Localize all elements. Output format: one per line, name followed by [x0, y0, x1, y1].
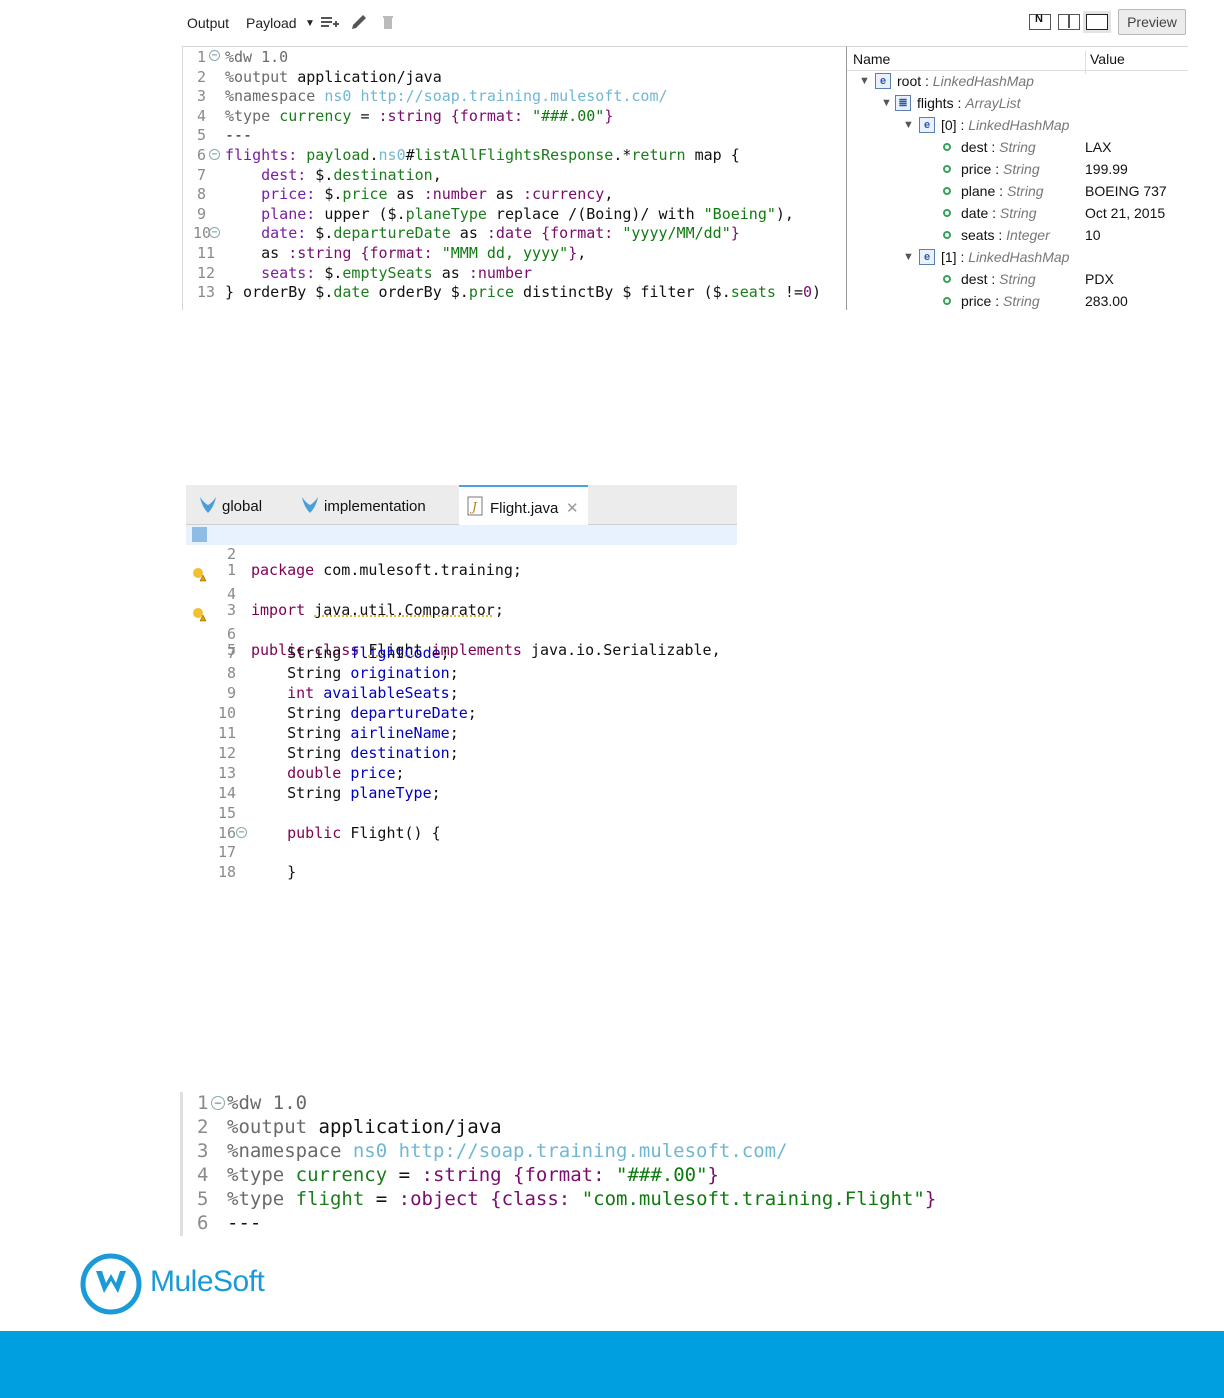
field-icon: [943, 275, 951, 283]
current-line-marker: [192, 527, 207, 542]
layout-single-icon[interactable]: [1086, 14, 1108, 30]
java-editor-panel: global implementation J Flight.java ✕ 1p…: [186, 485, 737, 891]
tab-global[interactable]: global: [186, 485, 288, 525]
dataweave-header-snippet[interactable]: 1− %dw 1.0 2 %output application/java 3 %na…: [180, 1092, 940, 1236]
fold-icon[interactable]: −: [211, 1096, 225, 1110]
element-icon: e: [875, 73, 891, 89]
tree-row-item-0[interactable]: ▼ e [0] : LinkedHashMap: [847, 115, 1188, 137]
mule-config-icon: [200, 497, 216, 513]
warning-lightbulb-icon[interactable]: [192, 567, 207, 582]
mulesoft-m-icon: [80, 1253, 142, 1315]
fold-icon[interactable]: −: [209, 149, 220, 160]
tree-value: 199.99: [1085, 161, 1128, 177]
tree-value: BOEING 737: [1085, 183, 1167, 199]
fold-icon[interactable]: −: [236, 826, 247, 838]
tab-flight-java[interactable]: J Flight.java ✕: [459, 485, 588, 525]
tree-header: Name Value: [847, 47, 1188, 74]
fold-icon[interactable]: −: [209, 227, 220, 239]
field-icon: [943, 165, 951, 173]
dataweave-transform-panel: Output Payload ▼ N Preview 1− %dw 1.0 2 %o…: [178, 0, 1188, 312]
trash-icon[interactable]: [378, 12, 398, 32]
tree-value: Oct 21, 2015: [1085, 205, 1166, 221]
mule-config-icon: [302, 497, 318, 513]
list-icon: ≣: [895, 95, 911, 111]
tree-value: LAX: [1085, 139, 1112, 155]
element-icon: e: [919, 249, 935, 265]
tree-row-root[interactable]: ▼ e root : LinkedHashMap: [847, 71, 1188, 93]
field-icon: [943, 187, 951, 195]
tree-value: 10: [1085, 227, 1101, 243]
tree-row-item-1[interactable]: ▼ e [1] : LinkedHashMap: [847, 247, 1188, 269]
tree-row-leaf[interactable]: dest : String PDX: [847, 269, 1188, 291]
tree-row-leaf[interactable]: date : String Oct 21, 2015: [847, 203, 1188, 225]
java-file-icon: J: [467, 496, 483, 516]
layout-split-icon[interactable]: [1058, 14, 1080, 30]
close-icon[interactable]: ✕: [566, 499, 579, 517]
expand-triangle-icon[interactable]: ▼: [859, 75, 870, 87]
code-line: 3 import java.util.Comparator;: [186, 565, 504, 619]
column-header-name: Name: [853, 51, 891, 67]
tree-row-leaf[interactable]: plane : String BOEING 737: [847, 181, 1188, 203]
tree-value: 283.00: [1085, 293, 1128, 309]
brand-name: MuleSoft: [150, 1265, 265, 1298]
editor-tab-bar: global implementation J Flight.java ✕: [186, 485, 737, 525]
expand-triangle-icon[interactable]: ▼: [881, 97, 892, 109]
add-output-icon[interactable]: [320, 12, 340, 32]
dataweave-toolbar: Output Payload ▼ N Preview: [178, 6, 1188, 40]
tree-row-leaf[interactable]: price : String 199.99: [847, 159, 1188, 181]
tree-value: PDX: [1085, 271, 1114, 287]
fold-icon[interactable]: −: [209, 50, 220, 61]
expand-triangle-icon[interactable]: ▼: [903, 251, 914, 263]
java-code-editor[interactable]: 1 package com.mulesoft.training; 2 3 impor…: [186, 525, 737, 891]
output-preview-tree: Name Value ▼ e root : LinkedHashMap ▼ ≣ …: [846, 46, 1188, 310]
dataweave-code-editor[interactable]: 1− %dw 1.0 2 %output application/java 3 %na…: [182, 46, 848, 310]
preview-button[interactable]: Preview: [1118, 9, 1186, 35]
tree-row-leaf[interactable]: dest : String LAX: [847, 137, 1188, 159]
code-line: 5 public class Flight implements java.io.…: [186, 605, 721, 659]
mulesoft-logo: MuleSoft: [80, 1253, 290, 1315]
element-icon: e: [919, 117, 935, 133]
output-label: Output: [187, 15, 230, 31]
tree-row-flights[interactable]: ▼ ≣ flights : ArrayList: [847, 93, 1188, 115]
field-icon: [943, 231, 951, 239]
field-icon: [943, 209, 951, 217]
field-icon: [943, 297, 951, 305]
layout-source-icon[interactable]: N: [1029, 13, 1051, 30]
pencil-icon[interactable]: [349, 12, 369, 32]
tree-row-leaf[interactable]: price : String 283.00: [847, 291, 1188, 310]
payload-dropdown[interactable]: Payload: [246, 15, 297, 31]
code-line: 1 package com.mulesoft.training;: [186, 525, 737, 579]
chevron-down-icon[interactable]: ▼: [305, 18, 315, 29]
footer-band: [0, 1331, 1224, 1398]
field-icon: [943, 143, 951, 151]
tab-implementation[interactable]: implementation: [288, 485, 459, 525]
tree-row-leaf[interactable]: seats : Integer 10: [847, 225, 1188, 247]
warning-lightbulb-icon[interactable]: [192, 607, 207, 622]
expand-triangle-icon[interactable]: ▼: [903, 119, 914, 131]
